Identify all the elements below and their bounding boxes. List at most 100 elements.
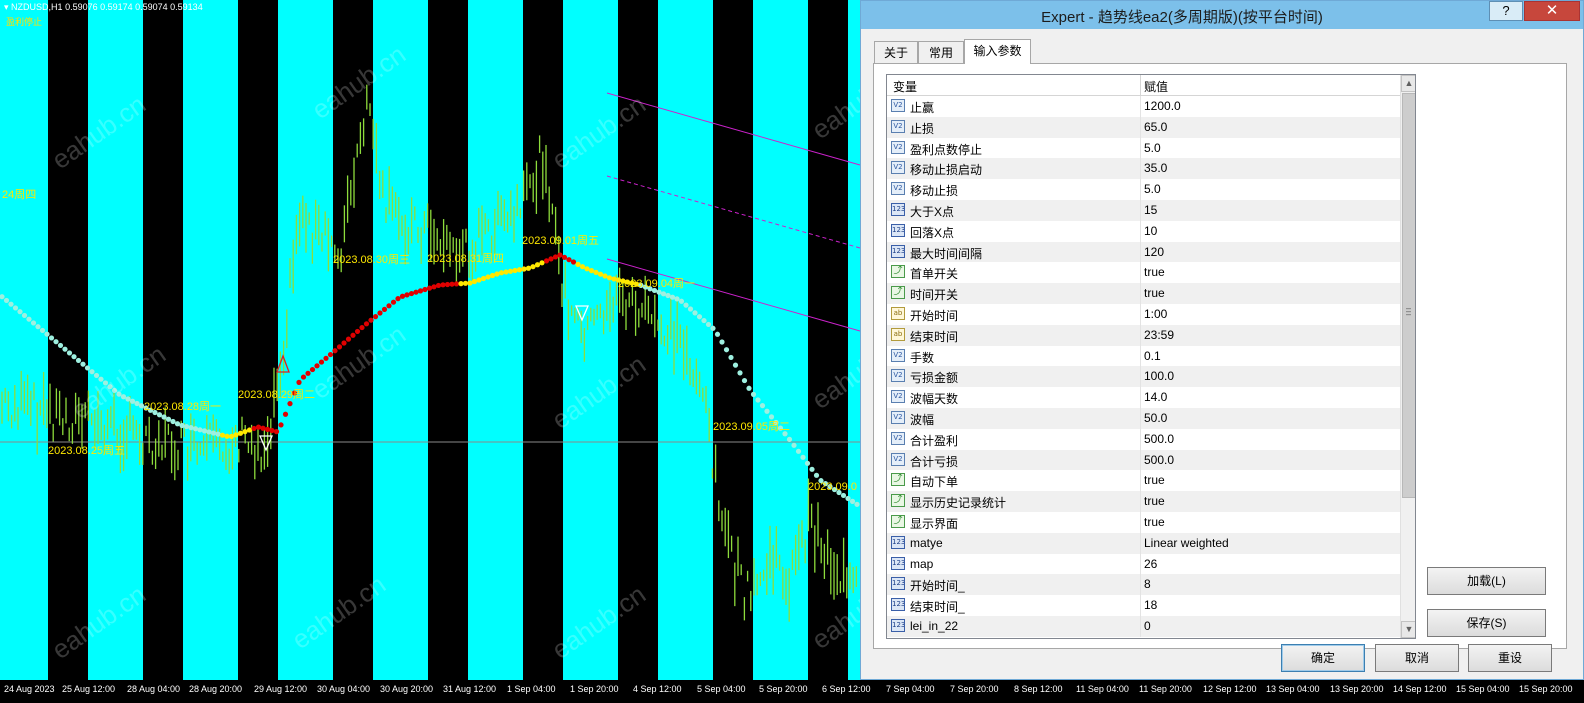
parameter-value[interactable]: 120 <box>1144 245 1164 259</box>
session-band <box>238 0 278 680</box>
parameter-row[interactable]: 123 matye Linear weighted <box>887 532 1400 554</box>
time-axis-label: 29 Aug 12:00 <box>254 684 307 694</box>
parameter-value[interactable]: 500.0 <box>1144 432 1174 446</box>
session-band <box>143 0 183 680</box>
parameter-value[interactable]: true <box>1144 265 1165 279</box>
parameter-row[interactable]: V2 手数 0.1 <box>887 345 1400 367</box>
parameter-value[interactable]: 50.0 <box>1144 411 1167 425</box>
parameter-value[interactable]: 5.0 <box>1144 182 1161 196</box>
parameters-grid[interactable]: 变量 赋值 V2 止赢 1200.0 V2 止损 65.0 V2 盈利点数停止 5.0 V2 移动止… <box>886 74 1416 639</box>
parameter-value[interactable]: 10 <box>1144 224 1157 238</box>
parameter-name: 波幅 <box>910 412 935 427</box>
ma-dot <box>44 331 50 337</box>
ma-dot <box>732 362 739 368</box>
ma-dot <box>246 427 253 433</box>
parameter-row[interactable]: ab 结束时间 23:59 <box>887 324 1400 346</box>
parameter-row[interactable]: V2 亏损金额 100.0 <box>887 366 1400 388</box>
scroll-thumb[interactable]: ‒ ‒ ‒ <box>1402 93 1415 498</box>
ma-dot <box>575 261 581 267</box>
parameter-value[interactable]: 0.1 <box>1144 349 1161 363</box>
parameter-row[interactable]: V2 波幅天数 14.0 <box>887 387 1400 408</box>
parameter-value[interactable]: true <box>1144 515 1165 529</box>
parameter-row[interactable]: ⤴ 时间开关 true <box>887 283 1400 304</box>
parameter-row[interactable]: 123 回落X点 10 <box>887 220 1400 242</box>
parameter-row[interactable]: ⤴ 显示界面 true <box>887 511 1400 533</box>
parameter-row[interactable]: 123 大于X点 15 <box>887 199 1400 221</box>
column-header-value[interactable]: 赋值 <box>1144 78 1168 95</box>
ma-dot <box>813 472 820 478</box>
parameter-value[interactable]: 0 <box>1144 619 1151 633</box>
parameter-row[interactable]: 123 开始时间_ 8 <box>887 574 1400 596</box>
help-button[interactable]: ? <box>1489 1 1523 21</box>
ma-dot <box>476 277 482 283</box>
parameter-value[interactable]: 65.0 <box>1144 120 1167 134</box>
parameter-value[interactable]: 1:00 <box>1144 307 1167 321</box>
parameter-row[interactable]: ⤴ 首单开关 true <box>887 262 1400 284</box>
parameter-row[interactable]: V2 止赢 1200.0 <box>887 96 1400 117</box>
ma-dot <box>593 269 599 275</box>
date-label: 2023.08.28周一 <box>144 400 221 413</box>
parameter-row[interactable]: V2 波幅 50.0 <box>887 407 1400 429</box>
ma-dot <box>21 312 28 319</box>
chart-collapse-icon[interactable]: ▾ <box>4 2 11 12</box>
parameter-row[interactable]: ⤴ 自动下单 true <box>887 470 1400 492</box>
grid-scrollbar[interactable]: ▲ ‒ ‒ ‒ ▼ <box>1400 75 1415 638</box>
ma-dot <box>597 271 604 277</box>
parameter-row[interactable]: V2 止损 65.0 <box>887 116 1400 138</box>
ma-dot <box>750 391 757 397</box>
close-button[interactable]: ✕ <box>1524 1 1580 21</box>
parameter-row[interactable]: ⤴ 显示历史记录统计 true <box>887 491 1400 512</box>
parameter-name: 止赢 <box>910 101 935 115</box>
parameter-row[interactable]: V2 移动止损启动 35.0 <box>887 158 1400 180</box>
parameter-row[interactable]: 123 结束时间_ 18 <box>887 595 1400 616</box>
ok-button[interactable]: 确定 <box>1281 644 1365 672</box>
ma-dot <box>260 425 266 431</box>
parameter-value[interactable]: 18 <box>1144 598 1157 612</box>
parameter-row[interactable]: ab 开始时间 1:00 <box>887 303 1400 325</box>
parameter-value[interactable]: true <box>1144 286 1165 300</box>
parameter-row[interactable]: 123 map 26 <box>887 553 1400 575</box>
parameter-value[interactable]: Linear weighted <box>1144 536 1229 550</box>
time-axis-label: 15 Sep 20:00 <box>1519 684 1573 694</box>
parameter-value[interactable]: 23:59 <box>1144 328 1174 342</box>
parameter-value[interactable]: 1200.0 <box>1144 99 1181 113</box>
save-button[interactable]: 保存(S) <box>1427 609 1546 637</box>
double-type-icon: V2 <box>891 99 905 112</box>
ma-dot <box>206 429 212 435</box>
load-button[interactable]: 加载(L) <box>1427 567 1546 595</box>
parameter-value[interactable]: 500.0 <box>1144 453 1174 467</box>
scroll-up-icon[interactable]: ▲ <box>1401 75 1415 92</box>
date-label: 2023.08.29周二 <box>238 388 315 401</box>
parameter-value[interactable]: true <box>1144 494 1165 508</box>
parameter-value[interactable]: 5.0 <box>1144 141 1161 155</box>
parameter-row[interactable]: V2 移动止损 5.0 <box>887 179 1400 200</box>
tab-about[interactable]: 关于 <box>874 41 918 63</box>
ma-dot <box>282 411 289 417</box>
column-header-variable[interactable]: 变量 <box>893 78 917 95</box>
tab-inputs[interactable]: 输入参数 <box>964 39 1031 64</box>
ma-dot <box>849 498 856 504</box>
date-label: 2023.08.25周五 <box>48 444 125 457</box>
ma-dot <box>377 310 383 316</box>
tab-common[interactable]: 常用 <box>918 41 964 63</box>
parameter-row[interactable]: 123 最大时间间隔 120 <box>887 241 1400 263</box>
parameter-value[interactable]: 35.0 <box>1144 161 1167 175</box>
ma-dot <box>737 370 743 376</box>
parameter-value[interactable]: 8 <box>1144 577 1151 591</box>
parameter-row[interactable]: V2 合计盈利 500.0 <box>887 428 1400 450</box>
parameter-value[interactable]: 15 <box>1144 203 1157 217</box>
ma-dot <box>368 317 374 323</box>
parameter-value[interactable]: 26 <box>1144 557 1157 571</box>
cancel-button[interactable]: 取消 <box>1375 644 1459 672</box>
parameter-value[interactable]: true <box>1144 473 1165 487</box>
dialog-titlebar[interactable]: Expert - 趋势线ea2(多周期版)(按平台时间) ? ✕ <box>861 1 1583 29</box>
scroll-down-icon[interactable]: ▼ <box>1401 621 1415 638</box>
parameter-row[interactable]: V2 合计亏损 500.0 <box>887 449 1400 471</box>
reset-button[interactable]: 重设 <box>1468 644 1552 672</box>
parameter-row[interactable]: 123 lei_in_22 0 <box>887 615 1400 637</box>
ma-dot <box>543 258 550 264</box>
parameter-value[interactable]: 14.0 <box>1144 390 1167 404</box>
parameter-row[interactable]: V2 盈利点数停止 5.0 <box>887 137 1400 159</box>
parameter-value[interactable]: 100.0 <box>1144 369 1174 383</box>
ma-dot <box>669 294 676 300</box>
